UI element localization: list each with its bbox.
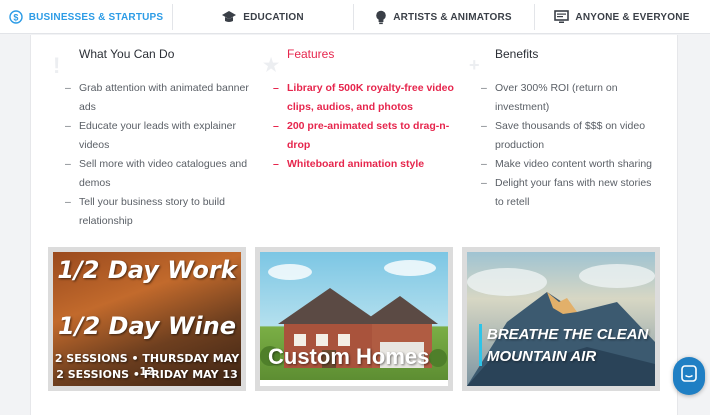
list-item: Educate your leads with explainer videos <box>61 117 251 155</box>
thumbnail-headline: 1/2 Day Work <box>57 256 237 284</box>
tab-artists-animators[interactable]: ARTISTS & ANIMATORS <box>353 0 534 34</box>
accent-bar <box>479 324 482 366</box>
thumbnail-caption: Custom Homes <box>268 344 430 369</box>
tab-label: ARTISTS & ANIMATORS <box>393 11 512 23</box>
tab-label: BUSINESSES & STARTUPS <box>28 11 164 23</box>
monitor-icon <box>554 10 570 24</box>
column-title: Benefits <box>495 47 539 61</box>
list-item: Over 300% ROI (return on investment) <box>477 79 663 117</box>
custom-homes-image: Custom Homes <box>260 252 448 386</box>
list-item: Tell your business story to build relati… <box>61 193 251 231</box>
custom-homes-thumbnail[interactable]: Custom Homes <box>255 247 453 391</box>
features-list: Library of 500K royalty-free video clips… <box>269 79 465 174</box>
list-item: Sell more with video catalogues and demo… <box>61 155 251 193</box>
list-item: Grab attention with animated banner ads <box>61 79 251 117</box>
list-item: Save thousands of $$$ on video productio… <box>477 117 663 155</box>
column-title: What You Can Do <box>79 47 175 61</box>
list-item: Make video content worth sharing <box>477 155 663 174</box>
wine-event-thumbnail[interactable]: 1/2 Day Work 1/2 Day Wine 2 SESSIONS • T… <box>48 247 246 391</box>
tab-businesses-startups[interactable]: $ BUSINESSES & STARTUPS <box>0 0 172 34</box>
audience-tab-bar: $ BUSINESSES & STARTUPS EDUCATION ARTIST… <box>0 0 710 34</box>
tab-label: EDUCATION <box>243 11 304 23</box>
tab-label: ANYONE & EVERYONE <box>575 11 690 23</box>
benefits-column: Benefits Over 300% ROI (return on invest… <box>477 47 663 212</box>
features-column: Features Library of 500K royalty-free vi… <box>269 47 465 174</box>
tab-content-card: ! ★ + What You Can Do Grab attention wit… <box>30 35 678 415</box>
thumbnail-headline: MOUNTAIN AIR <box>487 348 597 365</box>
mountain-air-image: BREATHE THE CLEAN MOUNTAIN AIR <box>467 252 655 386</box>
decorative-exclamation-icon: ! <box>53 53 61 78</box>
svg-text:$: $ <box>13 13 18 23</box>
thumbnail-headline: BREATHE THE CLEAN <box>487 326 649 343</box>
benefits-list: Over 300% ROI (return on investment) Sav… <box>477 79 663 212</box>
wine-event-image: 1/2 Day Work 1/2 Day Wine 2 SESSIONS • T… <box>53 252 241 386</box>
lightbulb-icon <box>375 10 387 25</box>
chat-launcher-button[interactable] <box>673 357 705 395</box>
list-item: 200 pre-animated sets to drag-n-drop <box>269 117 465 155</box>
dollar-circle-icon: $ <box>9 10 23 24</box>
list-item: Library of 500K royalty-free video clips… <box>269 79 465 117</box>
thumbnail-headline: 1/2 Day Wine <box>58 312 236 340</box>
mountain-air-thumbnail[interactable]: BREATHE THE CLEAN MOUNTAIN AIR <box>462 247 660 391</box>
tab-anyone-everyone[interactable]: ANYONE & EVERYONE <box>534 0 710 34</box>
graduation-cap-icon <box>221 10 237 24</box>
column-title: Features <box>287 47 335 61</box>
what-you-can-do-list: Grab attention with animated banner ads … <box>61 79 251 231</box>
chat-icon <box>681 364 697 388</box>
mountain-illustration <box>467 252 655 386</box>
tab-education[interactable]: EDUCATION <box>172 0 353 34</box>
caption-bar <box>260 380 448 386</box>
what-you-can-do-column: What You Can Do Grab attention with anim… <box>61 47 251 231</box>
list-item: Delight your fans with new stories to re… <box>477 174 663 212</box>
thumbnail-caption: 2 SESSIONS • FRIDAY MAY 13 <box>56 368 238 381</box>
list-item: Whiteboard animation style <box>269 155 465 174</box>
